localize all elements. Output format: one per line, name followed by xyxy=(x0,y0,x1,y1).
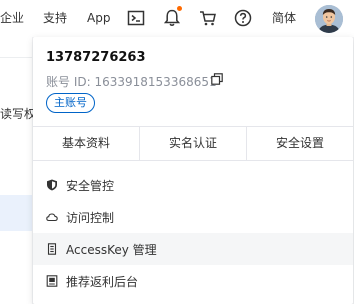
tab-basic-info[interactable]: 基本资料 xyxy=(33,127,140,160)
primary-account-badge: 主账号 xyxy=(46,93,95,113)
cloud-icon xyxy=(46,213,58,222)
tab-real-name-auth[interactable]: 实名认证 xyxy=(140,127,247,160)
avatar[interactable] xyxy=(315,5,343,33)
menu-item-security-control[interactable]: 安全管控 xyxy=(33,169,353,201)
background-page: 读写权 xyxy=(0,37,36,304)
menu-item-label: 安全管控 xyxy=(66,178,115,193)
rebate-icon xyxy=(46,275,58,287)
terminal-icon[interactable] xyxy=(126,8,146,28)
account-phone: 13787276263 xyxy=(46,50,146,65)
nav-support[interactable]: 支持 xyxy=(43,11,67,25)
menu-item-label: 推荐返利后台 xyxy=(66,274,139,289)
bell-icon[interactable] xyxy=(162,8,182,28)
menu-item-accesskey-management[interactable]: AccessKey 管理 xyxy=(33,233,353,265)
account-tabs: 基本资料 实名认证 安全设置 xyxy=(33,126,353,161)
help-icon[interactable] xyxy=(233,8,253,28)
cart-icon[interactable] xyxy=(198,8,218,28)
account-menu: 安全管控 访问控制 AccessKey 管理 推荐返利后台 xyxy=(33,169,353,297)
background-text: 读写权 xyxy=(0,107,37,121)
nav-enterprise[interactable]: 企业 xyxy=(0,11,24,25)
copy-icon[interactable] xyxy=(211,73,223,85)
tab-security-settings[interactable]: 安全设置 xyxy=(247,127,353,160)
shield-icon xyxy=(47,179,57,191)
menu-item-referral-rebate[interactable]: 推荐返利后台 xyxy=(33,265,353,297)
account-id-value: 1633918153368651 xyxy=(94,75,217,89)
notification-dot xyxy=(177,6,182,11)
menu-item-label: 访问控制 xyxy=(66,210,115,225)
nav-app[interactable]: App xyxy=(87,11,110,25)
menu-item-access-control[interactable]: 访问控制 xyxy=(33,201,353,233)
background-selected-row xyxy=(0,195,32,231)
divider xyxy=(0,57,32,58)
avatar-image xyxy=(315,5,343,33)
top-navigation-bar: 企业 支持 App 简体 xyxy=(0,0,354,37)
account-id-label: 账号 ID: xyxy=(46,75,91,89)
menu-item-label: AccessKey 管理 xyxy=(66,242,157,257)
language-switch[interactable]: 简体 xyxy=(272,11,296,25)
account-id-row: 账号 ID: 1633918153368651 xyxy=(46,73,217,90)
account-dropdown-panel: 13787276263 账号 ID: 1633918153368651 主账号 … xyxy=(33,37,353,304)
key-icon xyxy=(47,243,57,255)
